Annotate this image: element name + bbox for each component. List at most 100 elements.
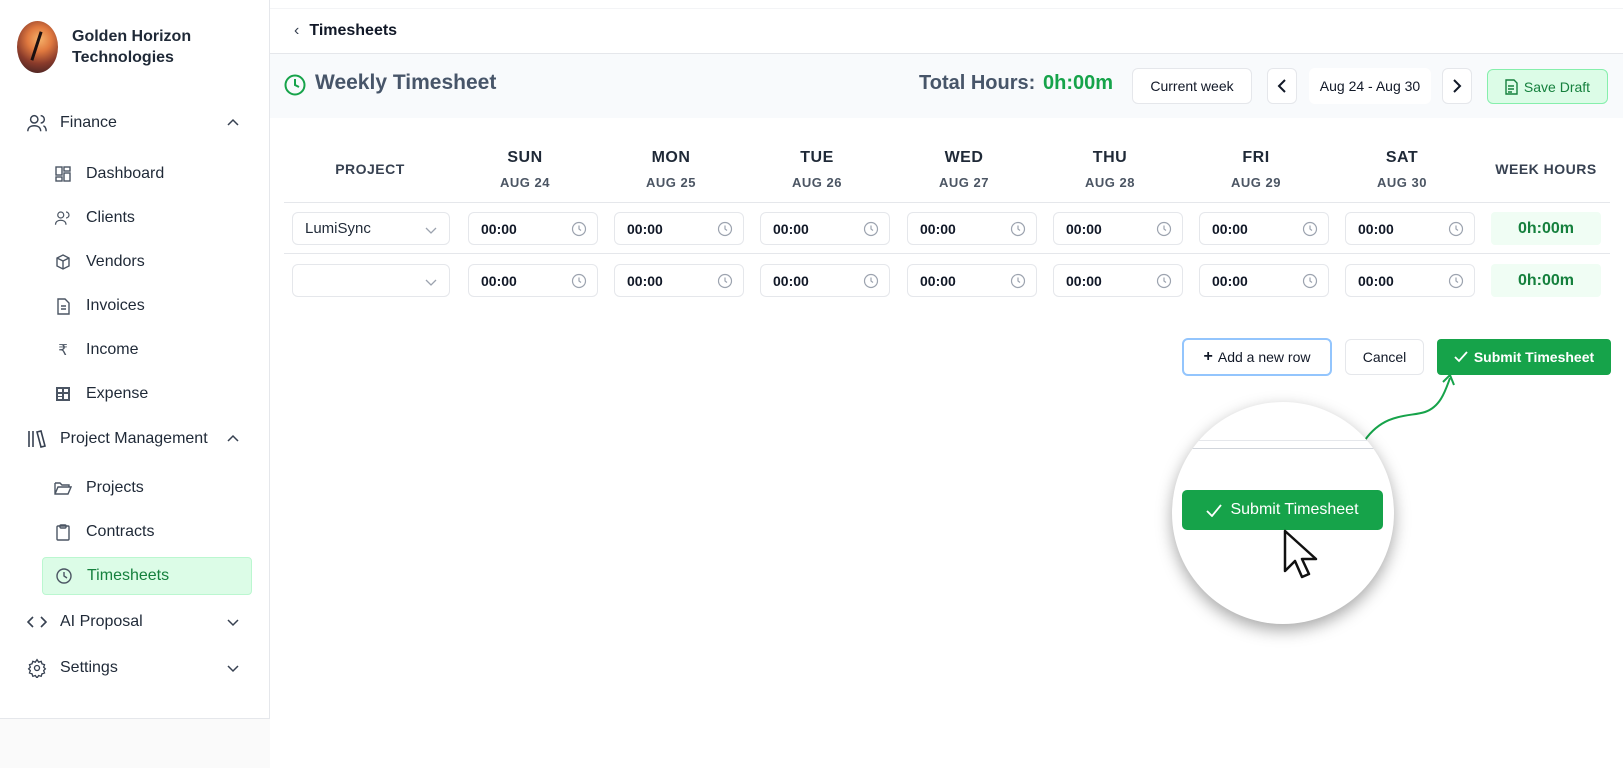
app-root: Golden Horizon Technologies Finance Dash…: [0, 0, 1623, 768]
nav-group-label: AI Proposal: [60, 613, 143, 630]
prev-week-button[interactable]: [1267, 68, 1297, 104]
sidebar-item-timesheets[interactable]: Timesheets: [42, 557, 252, 595]
project-select[interactable]: [292, 264, 450, 297]
sidebar-item-expense[interactable]: Expense: [42, 375, 252, 413]
nav-group-ai-proposal[interactable]: AI Proposal: [26, 607, 244, 637]
clock-icon: [1010, 221, 1026, 240]
brand: Golden Horizon Technologies: [17, 21, 222, 73]
time-input-thu[interactable]: 00:00: [1053, 212, 1183, 245]
mouse-cursor-icon: [1283, 529, 1318, 579]
column-header-project: PROJECT: [335, 161, 405, 177]
day-name: SUN: [507, 149, 543, 166]
company-name: Golden Horizon Technologies: [72, 28, 192, 66]
folder-open-icon: [54, 479, 72, 497]
sidebar-item-contracts[interactable]: Contracts: [42, 513, 252, 551]
sidebar-item-dashboard[interactable]: Dashboard: [42, 155, 252, 193]
sidebar-item-income[interactable]: ₹ Income: [42, 331, 252, 369]
nav-group-finance[interactable]: Finance: [26, 108, 244, 138]
chevron-down-icon: [425, 223, 437, 240]
clock-icon: [1156, 273, 1172, 292]
clock-icon: [863, 221, 879, 240]
sidebar-item-clients[interactable]: Clients: [42, 199, 252, 237]
time-input-fri[interactable]: 00:00: [1199, 264, 1329, 297]
chevron-up-icon: [226, 116, 240, 135]
chevron-right-icon: [1453, 79, 1462, 93]
sidebar-item-label: Expense: [86, 385, 149, 402]
day-name: TUE: [800, 149, 834, 166]
submit-timesheet-button[interactable]: Submit Timesheet: [1437, 339, 1611, 375]
nav-group-project-management[interactable]: Project Management: [26, 424, 244, 454]
sidebar-item-projects[interactable]: Projects: [42, 469, 252, 507]
time-input-wed[interactable]: 00:00: [907, 264, 1037, 297]
company-logo: [17, 21, 58, 73]
time-input-fri[interactable]: 00:00: [1199, 212, 1329, 245]
day-date: AUG 26: [792, 175, 842, 190]
sidebar-footer: [0, 719, 270, 768]
time-input-tue[interactable]: 00:00: [760, 212, 890, 245]
day-date: AUG 28: [1085, 175, 1135, 190]
chevron-down-icon: [226, 661, 240, 680]
time-input-thu[interactable]: 00:00: [1053, 264, 1183, 297]
day-date: AUG 30: [1377, 175, 1427, 190]
time-value: 00:00: [920, 272, 956, 289]
column-header-tue: TUE AUG 26: [752, 149, 882, 190]
file-icon: [54, 297, 72, 315]
time-input-sun[interactable]: 00:00: [468, 212, 598, 245]
sidebar-item-label: Contracts: [86, 523, 155, 540]
next-week-button[interactable]: [1442, 68, 1472, 104]
time-input-sat[interactable]: 00:00: [1345, 212, 1475, 245]
day-name: THU: [1092, 149, 1128, 166]
time-input-wed[interactable]: 00:00: [907, 212, 1037, 245]
column-header-fri: FRI AUG 29: [1191, 149, 1321, 190]
column-header-week-hours: WEEK HOURS: [1495, 161, 1597, 177]
time-input-sat[interactable]: 00:00: [1345, 264, 1475, 297]
page-title: Weekly Timesheet: [315, 71, 497, 94]
sidebar-item-label: Timesheets: [87, 567, 170, 584]
total-hours-label: Total Hours:: [919, 72, 1036, 94]
project-select[interactable]: LumiSync: [292, 212, 450, 245]
save-draft-label: Save Draft: [1523, 78, 1591, 95]
nav-group-settings[interactable]: Settings: [26, 653, 244, 683]
clipboard-icon: [54, 523, 72, 541]
timesheet-header: Weekly Timesheet Total Hours: 0h:00m Cur…: [270, 54, 1623, 118]
cancel-button[interactable]: Cancel: [1345, 339, 1424, 375]
time-value: 00:00: [1066, 272, 1102, 289]
zoom-submit-label: Submit Timesheet: [1230, 501, 1359, 518]
week-hours-cell: 0h:00m: [1491, 212, 1601, 245]
dashboard-icon: [54, 165, 72, 183]
time-input-tue[interactable]: 00:00: [760, 264, 890, 297]
sidebar: Golden Horizon Technologies Finance Dash…: [0, 0, 270, 768]
back-chevron-icon[interactable]: ‹: [294, 22, 299, 40]
save-draft-button[interactable]: Save Draft: [1487, 69, 1608, 104]
clock-icon: [717, 221, 733, 240]
sidebar-item-label: Vendors: [86, 253, 145, 270]
day-name: WED: [944, 149, 984, 166]
callout-arrow: [1364, 373, 1455, 441]
time-input-sun[interactable]: 00:00: [468, 264, 598, 297]
clock-icon: [1448, 221, 1464, 240]
date-range: Aug 24 - Aug 30: [1309, 68, 1431, 104]
add-row-button[interactable]: + Add a new row: [1182, 338, 1332, 376]
zoom-submit-button: Submit Timesheet: [1182, 490, 1383, 530]
column-header-sun: SUN AUG 24: [460, 149, 590, 190]
sidebar-item-vendors[interactable]: Vendors: [42, 243, 252, 281]
sidebar-item-label: Invoices: [86, 297, 145, 314]
current-week-button[interactable]: Current week: [1132, 68, 1252, 104]
sidebar-item-label: Clients: [86, 209, 135, 226]
time-value: 00:00: [627, 272, 663, 289]
time-value: 00:00: [1358, 220, 1394, 237]
day-name: MON: [651, 149, 691, 166]
day-name: FRI: [1242, 149, 1270, 166]
time-input-mon[interactable]: 00:00: [614, 264, 744, 297]
clock-icon: [571, 273, 587, 292]
time-input-mon[interactable]: 00:00: [614, 212, 744, 245]
sidebar-item-invoices[interactable]: Invoices: [42, 287, 252, 325]
column-header-thu: THU AUG 28: [1045, 149, 1175, 190]
clock-icon: [1010, 273, 1026, 292]
time-value: 00:00: [1358, 272, 1394, 289]
column-header-mon: MON AUG 25: [606, 149, 736, 190]
nav-group-label: Settings: [60, 659, 118, 676]
users-icon: [54, 209, 72, 227]
day-date: AUG 24: [500, 175, 550, 190]
day-date: AUG 29: [1231, 175, 1281, 190]
